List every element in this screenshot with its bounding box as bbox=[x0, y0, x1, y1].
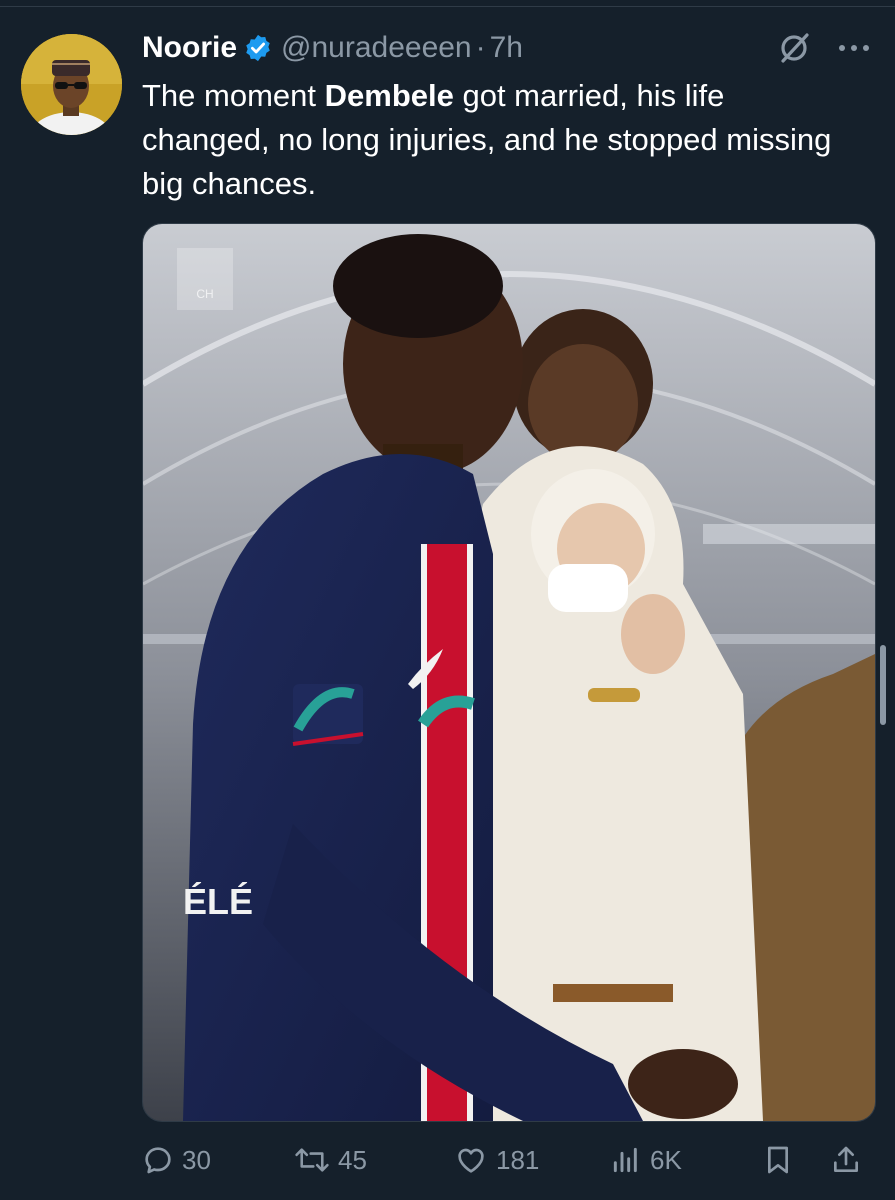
like-button[interactable]: 181 bbox=[454, 1138, 539, 1182]
reply-count: 30 bbox=[182, 1144, 211, 1175]
tweet-header: Noorie @nuradeeeen · 7h bbox=[142, 26, 523, 70]
separator: · bbox=[475, 31, 486, 64]
tweet-text: The moment Dembele got married, his life… bbox=[142, 74, 842, 206]
grok-icon[interactable] bbox=[776, 30, 812, 66]
tweet-photo[interactable]: CH ÉLÉ bbox=[142, 223, 876, 1122]
views-button[interactable]: 6K bbox=[610, 1138, 682, 1182]
more-icon[interactable] bbox=[834, 30, 874, 66]
reply-icon bbox=[145, 1147, 171, 1174]
scrollbar[interactable] bbox=[880, 645, 886, 725]
photo-watermark: CH bbox=[196, 287, 213, 301]
share-button[interactable] bbox=[830, 1138, 870, 1182]
repost-icon bbox=[295, 1148, 329, 1172]
photo-image: CH ÉLÉ bbox=[143, 224, 875, 1121]
view-count: 6K bbox=[650, 1144, 682, 1175]
like-icon bbox=[458, 1148, 484, 1173]
tweet-text-start: The moment bbox=[142, 78, 325, 113]
tweet[interactable]: Noorie @nuradeeeen · 7h The moment Dembe… bbox=[0, 0, 895, 1200]
jersey-lettering: ÉLÉ bbox=[183, 881, 253, 922]
reply-button[interactable]: 30 bbox=[142, 1138, 211, 1182]
action-bar: 30 45 181 6K bbox=[142, 1138, 874, 1182]
tweet-text-bold: Dembele bbox=[324, 78, 454, 113]
share-icon bbox=[834, 1146, 858, 1172]
views-icon bbox=[613, 1147, 637, 1173]
timestamp[interactable]: 7h bbox=[490, 31, 523, 65]
repost-button[interactable]: 45 bbox=[294, 1138, 367, 1182]
bookmark-button[interactable] bbox=[762, 1138, 802, 1182]
bookmark-icon bbox=[768, 1146, 788, 1174]
avatar[interactable] bbox=[21, 34, 122, 135]
like-count: 181 bbox=[496, 1144, 540, 1175]
avatar-image bbox=[21, 34, 122, 135]
verified-badge-icon[interactable] bbox=[243, 33, 273, 63]
display-name[interactable]: Noorie bbox=[142, 31, 237, 65]
handle[interactable]: @nuradeeeen bbox=[281, 31, 472, 65]
repost-count: 45 bbox=[338, 1144, 367, 1175]
